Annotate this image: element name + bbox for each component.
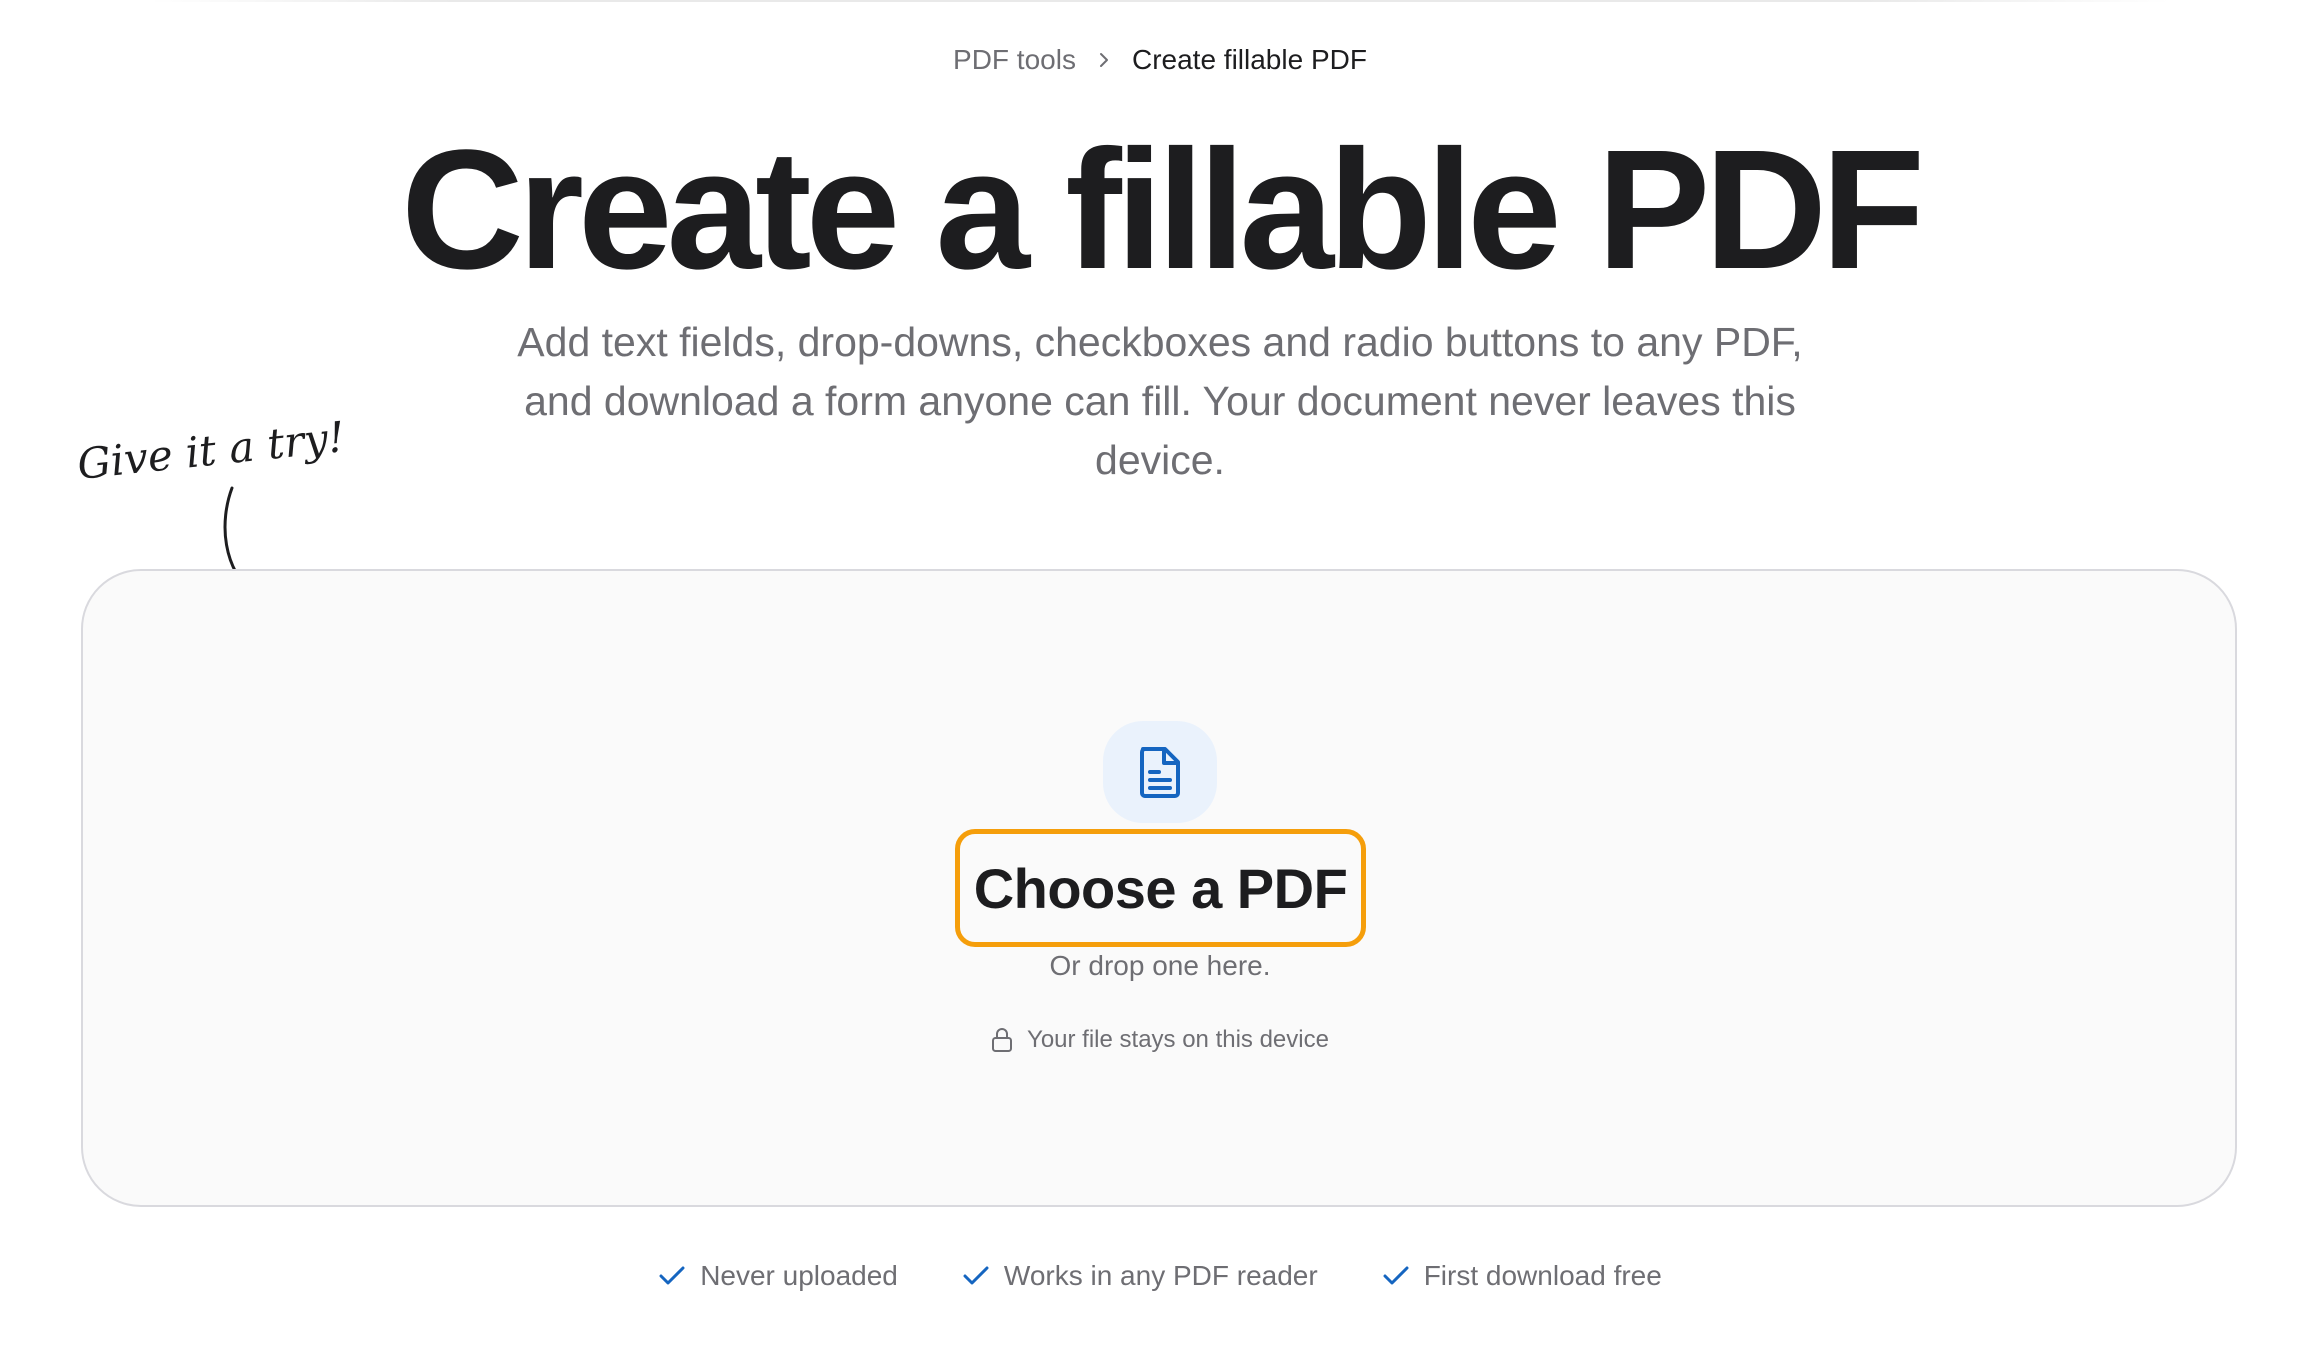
choose-pdf-button[interactable]: Choose a PDF <box>955 829 1366 947</box>
feature-item-first-download-free: First download free <box>1382 1258 1662 1294</box>
page-title: Create a fillable PDF <box>401 115 1925 305</box>
top-divider <box>150 0 2170 2</box>
check-icon <box>1383 1266 1409 1285</box>
document-icon <box>1140 747 1180 798</box>
feature-item-never-uploaded: Never uploaded <box>658 1258 898 1294</box>
page-subtitle: Add text fields, drop-downs, checkboxes … <box>517 319 1803 483</box>
privacy-text: Your file stays on this device <box>1027 1026 1329 1053</box>
feature-label: Never uploaded <box>700 1260 898 1291</box>
feature-label: First download free <box>1423 1260 1662 1291</box>
breadcrumb: PDF tools Create fillable PDF <box>0 42 2320 78</box>
drop-hint: Or drop one here. <box>1049 950 1271 981</box>
chevron-right-icon <box>1099 53 1108 67</box>
feature-item-works-any-reader: Works in any PDF reader <box>962 1258 1318 1294</box>
breadcrumb-current: Create fillable PDF <box>1131 44 1367 75</box>
check-icon <box>963 1266 989 1285</box>
document-icon-badge <box>1103 721 1217 823</box>
check-icon <box>659 1266 685 1285</box>
feature-label: Works in any PDF reader <box>1003 1260 1318 1291</box>
privacy-note: Your file stays on this device <box>0 1024 2320 1056</box>
lock-icon <box>992 1028 1013 1052</box>
feature-list: Never uploaded Works in any PDF reader F… <box>0 1258 2320 1294</box>
breadcrumb-link-pdf-tools[interactable]: PDF tools <box>953 42 1076 78</box>
